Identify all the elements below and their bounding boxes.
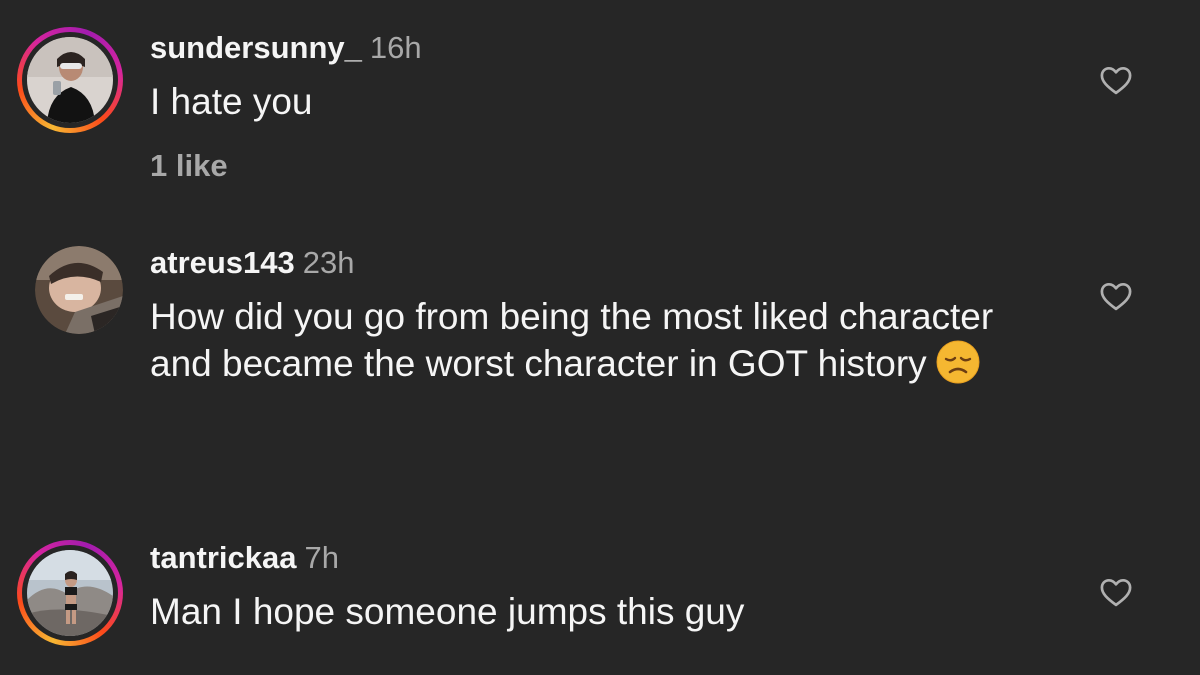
comment-item: sundersunny_ 16h I hate you 1 like: [0, 0, 1200, 220]
avatar-image: [35, 246, 123, 334]
comment-header: sundersunny_ 16h: [150, 30, 422, 66]
comment-item: atreus143 23h How did you go from being t…: [0, 220, 1200, 520]
comment-header: atreus143 23h: [150, 245, 355, 281]
comment-text: How did you go from being the most liked…: [150, 295, 1050, 386]
comment-timestamp: 23h: [302, 245, 355, 280]
comment-text: I hate you: [150, 81, 313, 122]
comment-header: tantrickaa 7h: [150, 540, 339, 576]
username-link[interactable]: sundersunny_: [150, 30, 362, 65]
avatar-story-ring[interactable]: [17, 540, 123, 646]
avatar: [27, 37, 113, 123]
heart-icon[interactable]: [1097, 574, 1135, 610]
comment-item: tantrickaa 7h Man I hope someone jumps th…: [0, 520, 1200, 675]
avatar: [27, 550, 113, 636]
disappointed-face-emoji: [935, 339, 981, 385]
likes-count[interactable]: 1 like: [150, 148, 228, 184]
comment-text: Man I hope someone jumps this guy: [150, 591, 745, 632]
avatar-story-ring[interactable]: [17, 27, 123, 133]
avatar[interactable]: [35, 246, 123, 334]
heart-icon[interactable]: [1097, 278, 1135, 314]
comment-timestamp: 16h: [369, 30, 422, 65]
heart-icon[interactable]: [1097, 62, 1135, 98]
comment-timestamp: 7h: [304, 540, 339, 575]
comment-text-content: How did you go from being the most liked…: [150, 296, 994, 384]
username-link[interactable]: tantrickaa: [150, 540, 296, 575]
username-link[interactable]: atreus143: [150, 245, 295, 280]
